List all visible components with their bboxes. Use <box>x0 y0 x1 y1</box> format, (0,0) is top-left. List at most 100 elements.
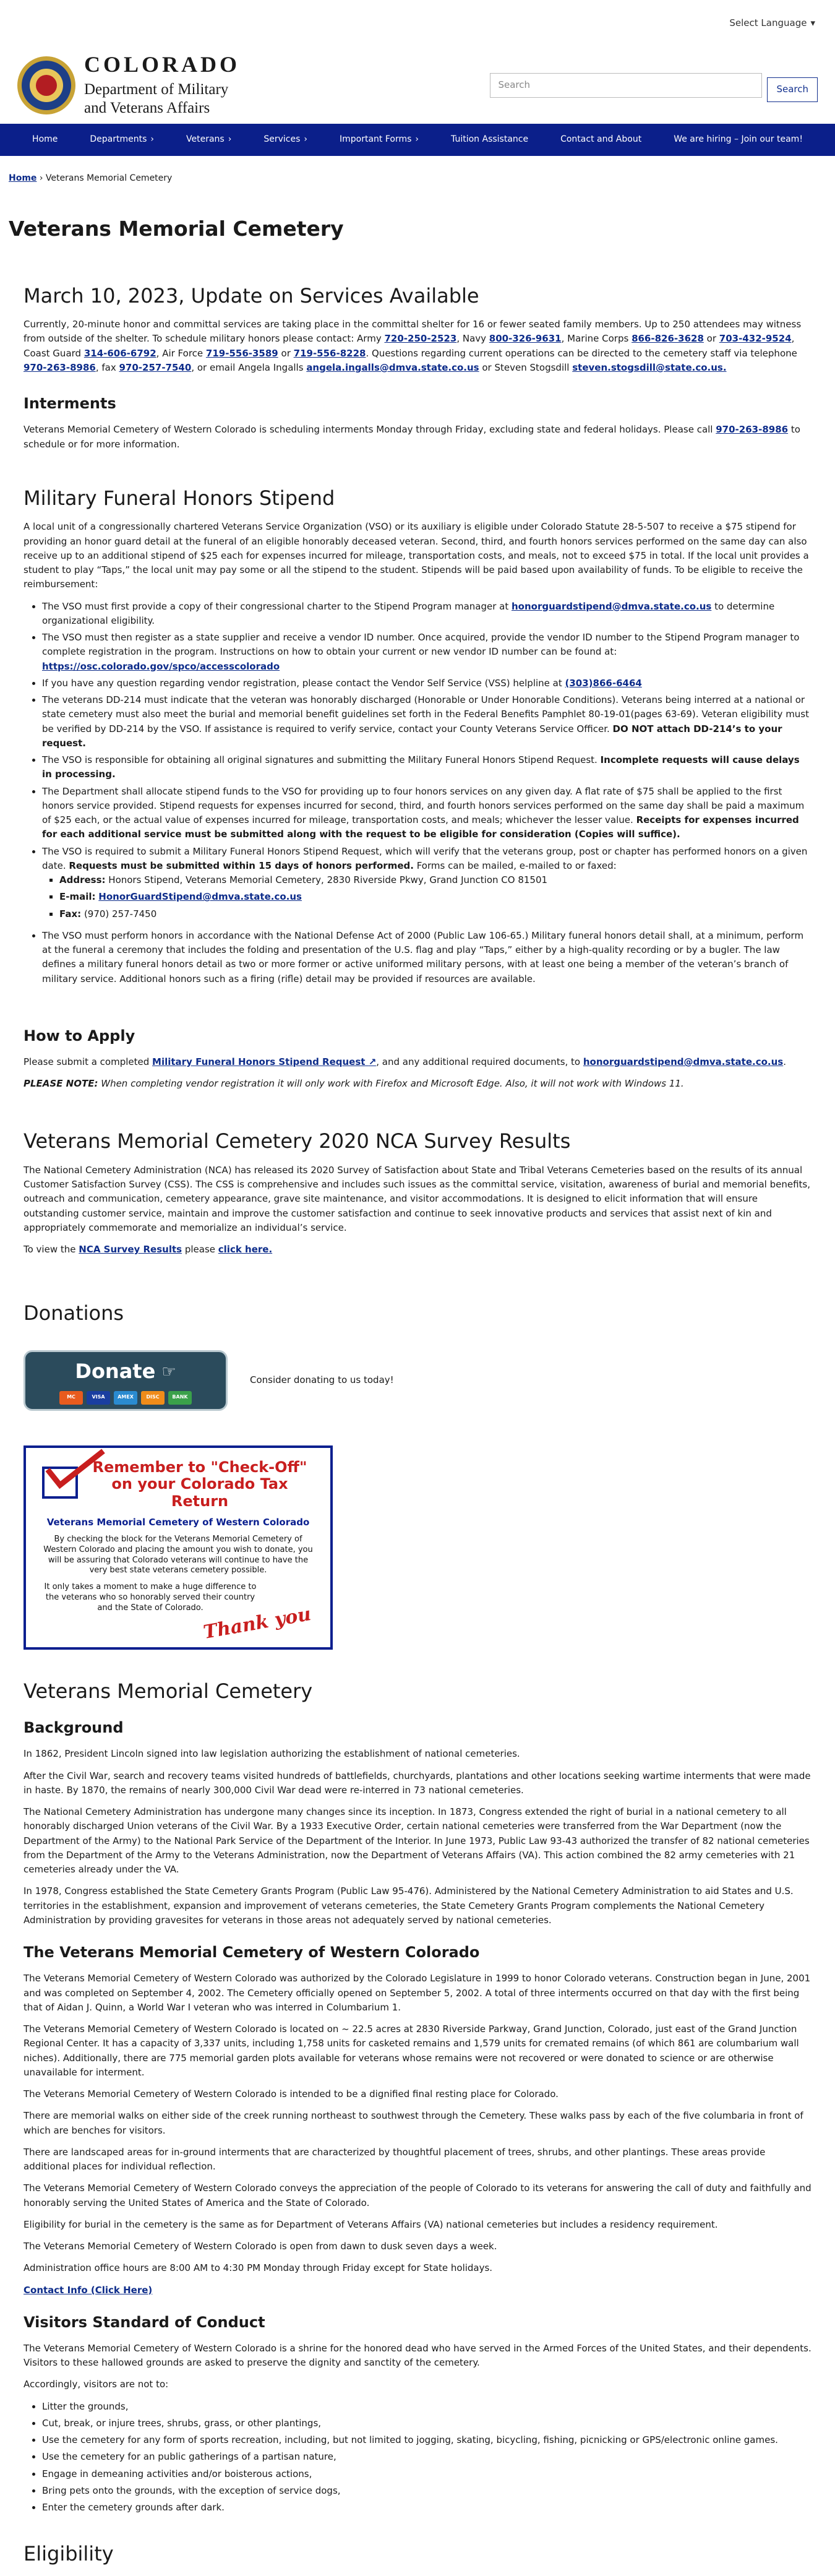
nav-item-departments[interactable]: Departments › <box>74 124 170 156</box>
donations-heading: Donations <box>24 1301 124 1325</box>
marines-phone-link[interactable]: 866-826-3628 <box>632 333 704 344</box>
army-phone-link[interactable]: 720-250-2523 <box>384 333 456 344</box>
list-item: Bring pets onto the grounds, with the ex… <box>42 2484 811 2498</box>
apply-paragraph: Please submit a completed Military Funer… <box>24 1056 786 1067</box>
vmc-heading: Veterans Memorial Cemetery <box>24 1679 313 1703</box>
navy-phone-link[interactable]: 800-326-9631 <box>489 333 562 344</box>
search-input[interactable]: Search <box>490 72 763 98</box>
apply-note: PLEASE NOTE: When completing vendor regi… <box>24 1078 684 1090</box>
nav-item-contact-about[interactable]: Contact and About <box>544 124 657 156</box>
main-nav: Home Departments › Veterans › Services › Im… <box>0 124 835 156</box>
language-label: Select Language <box>729 17 807 28</box>
angela-email-link[interactable]: angela.ingalls@dmva.state.co.us <box>306 362 479 373</box>
conduct-heading: Visitors Standard of Conduct <box>24 2313 265 2331</box>
apply-email-link[interactable]: honorguardstipend@dmva.state.co.us <box>583 1056 783 1067</box>
brand-dept-line2: and Veterans Affairs <box>84 99 210 116</box>
nav-item-veterans[interactable]: Veterans › <box>170 124 247 156</box>
donate-row: Donate ☞ MC VISA AMEX DISC BANK Consider … <box>24 1350 811 1411</box>
stipend-request-link[interactable]: Military Funeral Honors Stipend Request … <box>152 1056 376 1067</box>
tax-checkoff-poster: Remember to "Check-Off" on your Colorado… <box>24 1445 333 1650</box>
update-heading: March 10, 2023, Update on Services Avail… <box>24 283 479 308</box>
hand-coin-icon: ☞ <box>161 1362 176 1381</box>
donate-prompt: Consider donating to us today! <box>250 1374 394 1386</box>
breadcrumb: Home › Veterans Memorial Cemetery <box>9 173 173 183</box>
wc-p9: Administration office hours are 8:00 AM … <box>24 2262 493 2274</box>
wc-p3: The Veterans Memorial Cemetery of Wester… <box>24 2088 559 2100</box>
marines-phone-link-2[interactable]: 703-432-9524 <box>719 333 792 344</box>
external-link-icon: ↗ <box>368 1056 377 1067</box>
stipend-heading: Military Funeral Honors Stipend <box>24 486 335 510</box>
donate-button[interactable]: Donate ☞ MC VISA AMEX DISC BANK <box>24 1350 228 1411</box>
breadcrumb-current: Veterans Memorial Cemetery <box>45 173 173 183</box>
list-item: If you have any question regarding vendo… <box>42 676 811 691</box>
coastguard-phone-link[interactable]: 314-606-6792 <box>84 348 156 359</box>
brand-text: COLORADO Department of Military and Vete… <box>84 53 240 118</box>
search-form: Search Search <box>490 69 818 102</box>
contact-info-link[interactable]: Contact Info (Click Here) <box>24 2285 152 2296</box>
survey-paragraph: The National Cemetery Administration (NC… <box>24 1164 810 1233</box>
survey-link-paragraph: To view the NCA Survey Results please cl… <box>24 1244 273 1256</box>
submission-methods-list: Address: Honors Stipend, Veterans Memori… <box>59 873 811 921</box>
nav-item-home[interactable]: Home <box>16 124 74 156</box>
language-selector[interactable]: Select Language ▾ <box>729 16 815 30</box>
steven-email-link[interactable]: steven.stogsdill@state.co.us. <box>572 362 726 373</box>
list-item: Cut, break, or injure trees, shrubs, gra… <box>42 2416 811 2431</box>
list-item: Address: Honors Stipend, Veterans Memori… <box>59 873 811 887</box>
eligibility-heading: Eligibility <box>24 2542 114 2566</box>
wc-p8: The Veterans Memorial Cemetery of Wester… <box>24 2241 497 2252</box>
wc-p5: There are landscaped areas for in-ground… <box>24 2146 766 2173</box>
visa-icon: VISA <box>87 1390 110 1405</box>
airforce-phone-link-2[interactable]: 719-556-8228 <box>294 348 366 359</box>
search-button[interactable]: Search <box>767 77 818 102</box>
brand-logo-link[interactable]: COLORADO Department of Military and Vete… <box>17 53 240 118</box>
bank-icon: BANK <box>168 1390 192 1405</box>
apply-heading: How to Apply <box>24 1027 135 1045</box>
breadcrumb-home-link[interactable]: Home <box>9 173 36 183</box>
stipend-email-link[interactable]: honorguardstipend@dmva.state.co.us <box>512 601 711 612</box>
chevron-right-icon: › <box>228 134 232 145</box>
background-p3: The National Cemetery Administration has… <box>24 1806 810 1876</box>
cemetery-phone-link[interactable]: 970-263-8986 <box>24 362 96 373</box>
top-bar: Select Language ▾ <box>0 0 835 46</box>
interments-heading: Interments <box>24 395 116 413</box>
conduct-p1: The Veterans Memorial Cemetery of Wester… <box>24 2342 811 2369</box>
wc-p1: The Veterans Memorial Cemetery of Wester… <box>24 1973 811 2013</box>
chevron-right-icon: › <box>150 134 155 145</box>
airforce-phone-link[interactable]: 719-556-3589 <box>206 348 278 359</box>
brand-state: COLORADO <box>84 51 241 77</box>
donate-label: Donate <box>75 1359 156 1383</box>
vss-phone-link[interactable]: (303)866-6464 <box>565 678 642 689</box>
stipend-requirements-list: The VSO must first provide a copy of the… <box>42 600 811 986</box>
vendor-registration-link[interactable]: https://osc.colorado.gov/spco/accesscolo… <box>42 661 280 672</box>
interments-phone-link[interactable]: 970-263-8986 <box>716 424 788 435</box>
list-item: The VSO is required to submit a Military… <box>42 845 811 921</box>
mastercard-icon: MC <box>59 1390 83 1405</box>
survey-click-here-link[interactable]: click here. <box>218 1244 272 1255</box>
update-paragraph: Currently, 20-minute honor and committal… <box>24 319 802 373</box>
nav-item-tuition-assistance[interactable]: Tuition Assistance <box>435 124 544 156</box>
list-item: Use the cemetery for any form of sports … <box>42 2433 811 2447</box>
page-title: Veterans Memorial Cemetery <box>9 216 344 241</box>
nav-item-services[interactable]: Services › <box>247 124 323 156</box>
cemetery-fax-link[interactable]: 970-257-7540 <box>119 362 191 373</box>
survey-heading: Veterans Memorial Cemetery 2020 NCA Surv… <box>24 1129 571 1153</box>
chevron-right-icon: › <box>304 134 307 145</box>
stipend-email-link-2[interactable]: HonorGuardStipend@dmva.state.co.us <box>98 891 302 902</box>
list-item: Engage in demeaning activities and/or bo… <box>42 2467 811 2481</box>
nav-item-hiring[interactable]: We are hiring – Join our team! <box>657 124 819 156</box>
background-p1: In 1862, President Lincoln signed into l… <box>24 1748 520 1760</box>
list-item: The VSO must perform honors in accordanc… <box>42 929 811 986</box>
list-item: The veterans DD-214 must indicate that t… <box>42 693 811 751</box>
interments-paragraph: Veterans Memorial Cemetery of Western Co… <box>24 424 800 450</box>
background-p4: In 1978, Congress established the State … <box>24 1885 794 1926</box>
nca-survey-link[interactable]: NCA Survey Results <box>79 1244 182 1255</box>
conduct-list: Litter the grounds, Cut, break, or injur… <box>42 2400 811 2515</box>
discover-icon: DISC <box>141 1390 165 1405</box>
poster-title: Remember to "Check-Off" on your Colorado… <box>92 1458 307 1510</box>
brand-dept-line1: Department of Military <box>84 80 229 98</box>
list-item: E-mail: HonorGuardStipend@dmva.state.co.… <box>59 890 811 904</box>
list-item: The Department shall allocate stipend fu… <box>42 785 811 842</box>
nav-item-important-forms[interactable]: Important Forms › <box>323 124 435 156</box>
payment-cards: MC VISA AMEX DISC BANK <box>59 1390 192 1405</box>
western-colorado-heading: The Veterans Memorial Cemetery of Wester… <box>24 1944 480 1962</box>
